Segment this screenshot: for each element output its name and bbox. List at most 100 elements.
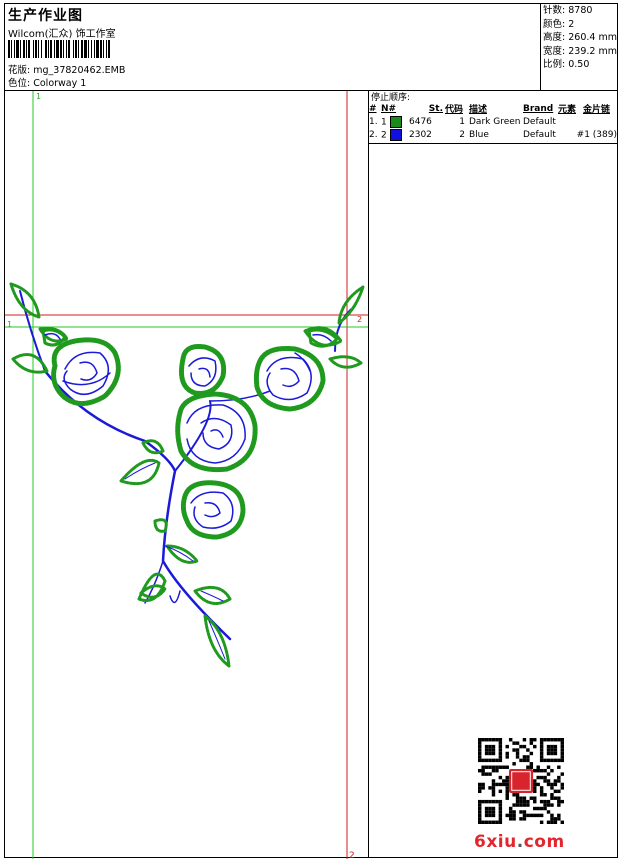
qr-module [536,768,540,773]
qr-module [526,748,530,752]
qr-module [539,755,544,759]
qr-module [481,782,485,787]
qr-module [491,768,496,773]
qr-module [478,755,482,759]
qr-module [553,817,558,821]
qr-module [478,748,482,752]
qr-module [488,813,492,818]
qr-module [536,806,540,811]
qr-module [478,799,482,804]
qr-module [546,810,551,814]
qr-module [557,799,561,804]
qr-module [505,744,509,749]
page-title: 生产作业图 [8,8,83,24]
qr-module [550,758,554,763]
studio-name: Wilcom(汇众) 饰工作室 [8,29,116,40]
qr-module [498,817,503,821]
qr-module [488,786,492,790]
qr-module [508,806,513,811]
qr-module [495,765,499,769]
table-row: 1. 1 6476 1 Dark Green Default [369,115,556,128]
qr-module [495,820,499,824]
qr-module [498,782,503,787]
qr-module [539,806,544,811]
col-code: 代码 [445,105,464,115]
qr-module [557,813,561,818]
qr-module [508,738,513,742]
stop-sequence-table: # N# St. 代码 描述 Brand 元素 金片链 1. 1 6476 1 … [369,102,617,141]
qr-module [478,751,482,756]
qr-module [505,793,509,797]
qr-module [560,738,564,742]
qr-module [539,744,544,749]
qr-module [481,768,485,773]
qr-module [484,772,489,776]
barcode-bar [110,40,111,58]
qr-module [478,744,482,749]
qr-module [512,793,516,797]
qr-module [491,751,496,756]
qr-module [498,765,503,769]
qr-module [533,786,537,790]
qr-module [539,768,544,773]
qr-module [488,820,492,824]
qr-module [557,775,561,780]
qr-module [533,806,537,811]
rose-lower [180,480,246,540]
qr-module [543,806,547,811]
qr-module [478,782,482,787]
qr-module [491,744,496,749]
qr-module [478,758,482,763]
rose-top [179,344,227,396]
qr-module [560,758,564,763]
qr-module [522,758,527,763]
qr-module [515,755,520,759]
qr-module [557,796,561,800]
qr-module [529,765,534,769]
qr-module [478,820,482,824]
qr-module [515,741,520,745]
qr-module [533,768,537,773]
qr-module [553,744,558,749]
qr-module [491,758,496,763]
qr-module [526,758,530,763]
guide-label-left: 1 [7,320,12,329]
qr-module [539,758,544,763]
qr-module [539,748,544,752]
qr-module [550,813,554,818]
qr-module [553,758,558,763]
qr-module [550,803,554,807]
qr-module [539,820,544,824]
qr-module [498,813,503,818]
qr-module [484,820,489,824]
qr-module [498,748,503,752]
qr-module [495,738,499,742]
qr-module [553,782,558,787]
qr-module [546,748,551,752]
qr-module [495,782,499,787]
qr-module [522,738,527,742]
qr-module [491,779,496,783]
qr-module [498,738,503,742]
qr-module [484,765,489,769]
qr-module [546,751,551,756]
qr-module [533,744,537,749]
qr-module [557,817,561,821]
qr-module [550,748,554,752]
qr-module [498,806,503,811]
stat-stitches: 针数: 8780 [543,5,593,16]
qr-module [557,758,561,763]
qr-module [539,775,544,780]
qr-module [498,751,503,756]
col-sequin: 金片链 [583,105,611,115]
qr-module [522,744,527,749]
qr-module [543,803,547,807]
qr-module [512,762,516,766]
qr-module [543,775,547,780]
qr-module [515,751,520,756]
qr-module [481,772,485,776]
seal-icon [508,768,534,794]
qr-module [546,744,551,749]
qr-module [533,738,537,742]
table-header: # N# St. 代码 描述 Brand 元素 金片链 [369,102,617,116]
